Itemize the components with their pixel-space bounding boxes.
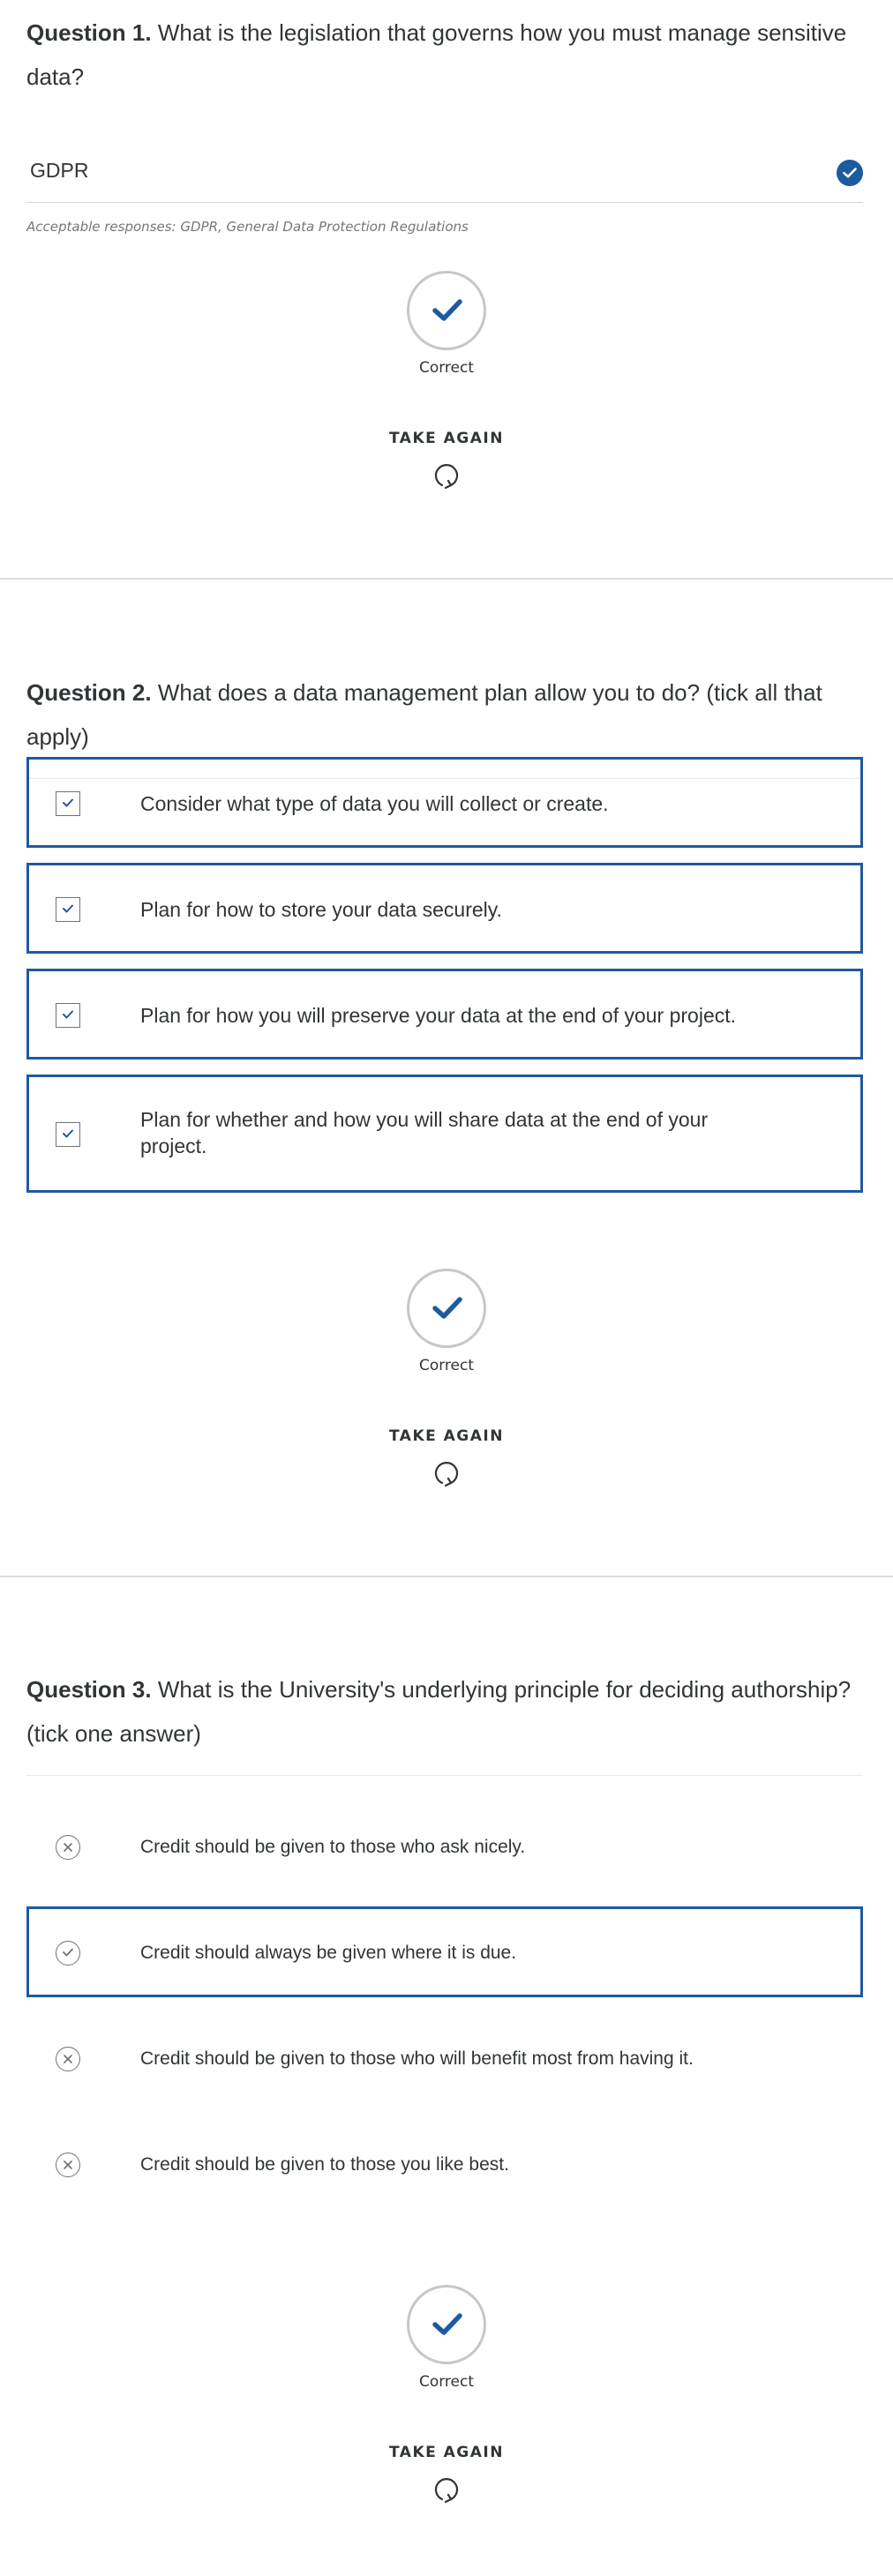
check-circle-icon <box>837 160 863 186</box>
question-2-choice[interactable]: Plan for whether and how you will share … <box>26 1075 863 1193</box>
choice-label: Plan for how you will preserve your data… <box>140 1004 737 1027</box>
take-again-button[interactable]: TAKE AGAIN <box>389 2444 504 2461</box>
question-1-result: Correct TAKE AGAIN <box>0 271 893 491</box>
question-2-result: Correct TAKE AGAIN <box>0 1269 893 1489</box>
retry-icon[interactable] <box>431 2475 462 2505</box>
choice-label: Credit should be given to those you like… <box>140 2154 509 2175</box>
question-divider <box>26 1775 863 1776</box>
incorrect-x-icon[interactable] <box>56 2047 80 2071</box>
acceptable-responses: Acceptable responses: GDPR, General Data… <box>26 219 469 235</box>
choice-label: Credit should be given to those who will… <box>140 2048 694 2069</box>
checkbox-checked-icon[interactable] <box>56 1122 80 1147</box>
take-again-button[interactable]: TAKE AGAIN <box>389 1427 504 1445</box>
correct-check-icon <box>407 1269 486 1348</box>
question-3-choice[interactable]: Credit should be given to those you like… <box>26 2118 863 2209</box>
correct-check-icon <box>407 271 486 350</box>
question-1-number: Question 1. <box>26 19 152 46</box>
checkbox-checked-icon[interactable] <box>56 791 80 816</box>
question-3: Question 3. What is the University's und… <box>26 1667 863 1776</box>
choice-label: Credit should always be given where it i… <box>140 1943 517 1963</box>
incorrect-x-icon[interactable] <box>56 1835 80 1860</box>
checkbox-checked-icon[interactable] <box>56 1003 80 1028</box>
section-divider <box>0 1576 893 1577</box>
result-label: Correct <box>418 2373 475 2391</box>
question-3-number: Question 3. <box>26 1676 152 1703</box>
choice-label: Consider what type of data you will coll… <box>140 792 609 815</box>
question-3-title: Question 3. What is the University's und… <box>26 1667 863 1756</box>
correct-check-icon <box>407 2285 486 2364</box>
radio-checked-icon[interactable] <box>56 1941 80 1966</box>
question-2-choice[interactable]: Plan for how you will preserve your data… <box>26 969 863 1060</box>
question-2-number: Question 2. <box>26 679 152 706</box>
question-2-choice[interactable]: Consider what type of data you will coll… <box>26 757 863 848</box>
question-3-choice[interactable]: Credit should be given to those who will… <box>26 2012 863 2103</box>
question-3-choice[interactable]: Credit should always be given where it i… <box>26 1906 863 1997</box>
result-label: Correct <box>418 359 475 377</box>
choice-label: Plan for whether and how you will share … <box>140 1108 709 1157</box>
retry-icon[interactable] <box>431 1459 462 1489</box>
question-3-choice[interactable]: Credit should be given to those who ask … <box>26 1801 863 1891</box>
question-3-result: Correct TAKE AGAIN <box>0 2285 893 2505</box>
question-1: Question 1. What is the legislation that… <box>26 11 863 235</box>
question-1-title: Question 1. What is the legislation that… <box>26 11 863 99</box>
choice-label: Plan for how to store your data securely… <box>140 898 502 921</box>
question-1-answer-field[interactable]: GDPR <box>26 143 863 203</box>
quiz-page: Question 1. What is the legislation that… <box>0 0 893 2576</box>
retry-icon[interactable] <box>431 461 462 491</box>
incorrect-x-icon[interactable] <box>56 2153 80 2177</box>
question-2-title: Question 2. What does a data management … <box>26 670 863 759</box>
choice-label: Credit should be given to those who ask … <box>140 1837 526 1857</box>
result-label: Correct <box>418 1357 475 1374</box>
question-2-choice[interactable]: Plan for how to store your data securely… <box>26 863 863 954</box>
take-again-button[interactable]: TAKE AGAIN <box>389 430 504 447</box>
section-divider <box>0 578 893 580</box>
checkbox-checked-icon[interactable] <box>56 897 80 922</box>
question-1-answer-text: GDPR <box>30 159 89 182</box>
